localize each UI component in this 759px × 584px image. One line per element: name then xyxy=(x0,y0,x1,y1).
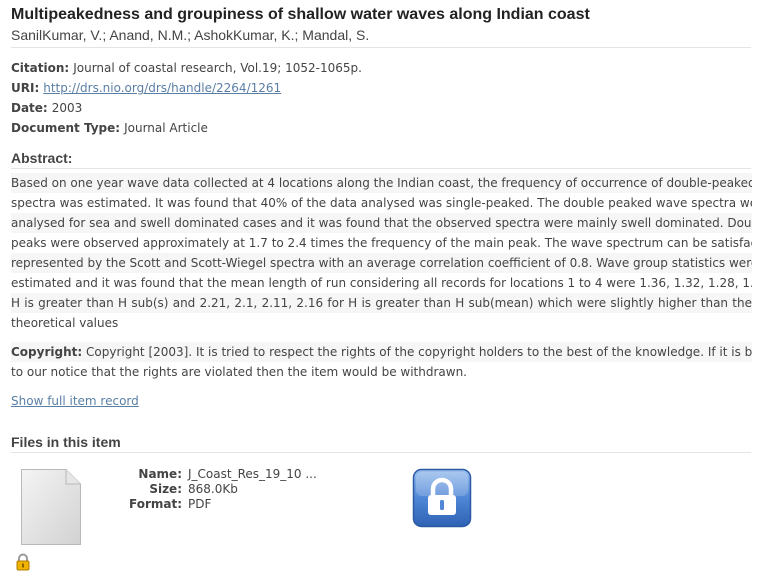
copyright-text: Copyright: Copyright [2003]. It is tried… xyxy=(11,342,752,382)
item-authors: SanilKumar, V.; Anand, N.M.; AshokKumar,… xyxy=(11,27,370,43)
restricted-access-icon[interactable] xyxy=(412,468,472,528)
citation-value: Journal of coastal research, Vol.19; 105… xyxy=(73,61,362,75)
divider xyxy=(11,452,751,453)
copyright-line2: to our notice that the rights are violat… xyxy=(11,365,467,379)
copyright-line1: Copyright [2003]. It is tried to respect… xyxy=(86,345,752,359)
abstract-line: spectra was estimated. It was found that… xyxy=(11,196,752,210)
abstract-line: H is greater than H sub(s) and 2.21, 2.1… xyxy=(11,293,752,313)
doctype-value: Journal Article xyxy=(124,121,208,135)
item-page: Multipeakedness and groupiness of shallo… xyxy=(0,0,759,584)
date-row: Date: 2003 xyxy=(11,101,751,115)
doctype-row: Document Type: Journal Article xyxy=(11,121,751,135)
item-title: Multipeakedness and groupiness of shallo… xyxy=(11,6,590,23)
divider xyxy=(11,168,751,169)
copyright-line: Copyright: Copyright [2003]. It is tried… xyxy=(11,342,752,362)
uri-row: URI: http://drs.nio.org/drs/handle/2264/1… xyxy=(11,81,751,95)
date-label: Date: xyxy=(11,101,48,115)
uri-label: URI: xyxy=(11,81,40,95)
abstract-heading: Abstract: xyxy=(11,150,73,166)
lock-icon xyxy=(14,553,32,571)
citation-row: Citation: Journal of coastal research, Vo… xyxy=(11,61,751,75)
abstract-line: analysed for sea and swell dominated cas… xyxy=(11,213,752,233)
abstract-text: Based on one year wave data collected at… xyxy=(11,173,752,333)
document-thumbnail-icon[interactable] xyxy=(20,468,82,546)
file-format-value: PDF xyxy=(188,497,212,511)
abstract-line: represented by the Scott and Scott-Wiege… xyxy=(11,253,752,273)
abstract-line: Based on one year wave data collected at… xyxy=(11,173,752,193)
divider xyxy=(11,47,751,48)
copyright-label: Copyright: xyxy=(11,345,83,359)
file-size-value: 868.0Kb xyxy=(188,482,238,496)
date-value: 2003 xyxy=(51,101,83,115)
citation-label: Citation: xyxy=(11,61,70,75)
uri-link[interactable]: http://drs.nio.org/drs/handle/2264/1261 xyxy=(43,81,281,95)
files-heading: Files in this item xyxy=(11,434,121,450)
file-name-value[interactable]: J_Coast_Res_19_10 ... xyxy=(188,467,317,482)
abstract-line: theoretical values xyxy=(11,316,119,330)
doctype-label: Document Type: xyxy=(11,121,121,135)
abstract-line: estimated and it was found that the mean… xyxy=(11,276,752,290)
show-full-record-link[interactable]: Show full item record xyxy=(11,394,139,408)
abstract-line: peaks were observed approximately at 1.7… xyxy=(11,236,752,250)
